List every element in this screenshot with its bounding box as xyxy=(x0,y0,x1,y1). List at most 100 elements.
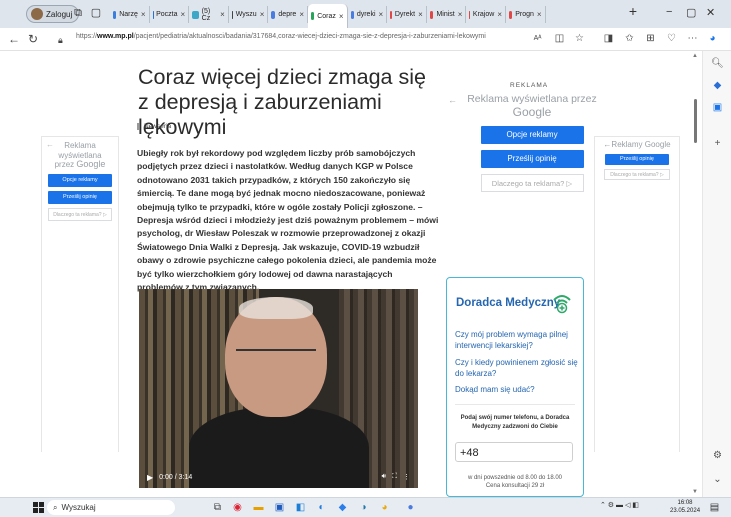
tab-label: Dyrekt xyxy=(394,11,416,18)
video-controls: ▶ 0:00 / 3:14 🔊︎ ⛶ ⋮ xyxy=(139,466,418,488)
split-screen-icon[interactable]: ◫ xyxy=(553,32,566,45)
ad-left: ← Reklama wyświetlana przez Google Opcje… xyxy=(41,136,119,452)
notifications-icon[interactable]: ▤ xyxy=(708,501,721,514)
tab-label: Wyszu xyxy=(235,11,257,18)
ad-options-button[interactable]: Opcje reklamy xyxy=(480,126,584,144)
scrollbar-thumb[interactable] xyxy=(694,99,697,143)
profile-label: Zaloguj xyxy=(46,9,73,19)
sidebar-copilot-icon[interactable]: ◆ xyxy=(711,79,724,92)
ad-feedback-button[interactable]: Prześlij opinię xyxy=(480,150,584,168)
tab-close-icon[interactable]: × xyxy=(299,10,304,19)
page-scrollbar[interactable]: ▲ ▼ xyxy=(690,51,701,497)
tab-4[interactable]: depre × xyxy=(268,6,308,23)
divider xyxy=(455,404,575,405)
tab-close-icon[interactable]: × xyxy=(260,10,265,19)
tab-close-icon[interactable]: × xyxy=(497,10,502,19)
tab-close-icon[interactable]: × xyxy=(418,10,423,19)
new-tab-button[interactable]: + xyxy=(627,4,639,18)
ad-right-why-button[interactable]: Dlaczego ta reklama? ▷ xyxy=(604,169,670,180)
tab-favicon-icon xyxy=(152,10,154,19)
taskbar-app-4-icon[interactable]: ◑ xyxy=(357,501,370,514)
workspaces-icon[interactable]: ⧉ xyxy=(72,7,84,19)
scroll-up-icon[interactable]: ▲ xyxy=(692,53,698,59)
tab-5[interactable]: Coraz × xyxy=(308,4,348,28)
tab-favicon-icon xyxy=(350,10,354,19)
taskbar-search[interactable]: ⌕ Wyszukaj xyxy=(47,500,175,515)
taskbar-app-2-icon[interactable]: ▣ xyxy=(273,501,286,514)
windows-start-icon[interactable] xyxy=(33,502,44,513)
taskbar-app-5-icon[interactable]: ● xyxy=(404,501,417,514)
lock-icon[interactable]: 🔒︎ xyxy=(58,33,63,47)
tab-close-icon[interactable]: × xyxy=(339,12,344,21)
sidebar-settings-icon[interactable]: ⚙ xyxy=(711,449,724,462)
chrome-icon[interactable]: ◕ xyxy=(378,501,391,514)
tab-close-icon[interactable]: × xyxy=(220,10,225,19)
close-window-button[interactable]: ✕ xyxy=(706,6,715,19)
ad-left-feedback-button[interactable]: Prześlij opinię xyxy=(48,190,112,204)
address-bar[interactable]: https://www.mp.pl/pacjent/pediatria/aktu… xyxy=(76,33,486,40)
tab-6[interactable]: dyreki × xyxy=(348,6,388,23)
tab-close-icon[interactable]: × xyxy=(141,10,146,19)
tab-label: depre xyxy=(278,11,297,18)
tab-2[interactable]: (5) Cz × xyxy=(189,6,229,23)
tab-3[interactable]: Wyszu × xyxy=(229,6,269,23)
tab-10[interactable]: Progn × xyxy=(506,6,546,23)
clock[interactable]: 16:08 23.05.2024 xyxy=(670,499,700,515)
phone-input[interactable]: +48 xyxy=(455,442,573,462)
tab-close-icon[interactable]: × xyxy=(379,10,384,19)
taskbar-app-icon[interactable]: ◉ xyxy=(231,501,244,514)
sidebar-outlook-icon[interactable]: ▣ xyxy=(711,101,724,114)
back-icon[interactable]: ← xyxy=(8,32,20,46)
video-player[interactable]: ▶ 0:00 / 3:14 🔊︎ ⛶ ⋮ xyxy=(139,289,418,488)
browser-essentials-icon[interactable]: ♡ xyxy=(665,32,678,45)
tab-close-icon[interactable]: × xyxy=(537,10,542,19)
doradca-info: Podaj swój numer telefonu, a Doradca Med… xyxy=(460,415,570,430)
favorites-icon[interactable]: ✩ xyxy=(623,32,636,45)
more-menu-icon[interactable]: ⋯ xyxy=(686,32,699,45)
fullscreen-icon[interactable]: ⛶ xyxy=(392,473,397,481)
sidebar-hide-icon[interactable]: ⌄ xyxy=(711,473,724,486)
collections-icon[interactable]: ⊞ xyxy=(644,32,657,45)
doradca-medyczny-widget: Doradca Medyczny Czy mój problem wymaga … xyxy=(446,277,584,497)
ad-left-why-button[interactable]: Dlaczego ta reklama? ▷ xyxy=(48,207,112,221)
tab-favicon-icon xyxy=(509,10,513,19)
store-icon[interactable]: ◧ xyxy=(294,501,307,514)
tab-1[interactable]: Poczta × xyxy=(150,6,190,23)
avatar xyxy=(31,8,43,20)
tab-8[interactable]: Minist × xyxy=(427,6,467,23)
taskbar-app-3-icon[interactable]: ◆ xyxy=(336,501,349,514)
play-icon[interactable]: ▶ xyxy=(147,473,153,482)
file-explorer-icon[interactable]: ▬ xyxy=(252,501,265,514)
doradca-link-when[interactable]: Czy i kiedy powinienem zgłosić się do le… xyxy=(455,358,579,379)
article-source[interactable]: Newseria xyxy=(137,123,171,130)
minimize-button[interactable]: − xyxy=(666,6,672,18)
video-more-icon[interactable]: ⋮ xyxy=(403,473,410,481)
system-tray[interactable]: ⌃ ⚙ ▬ ◁ ◧ xyxy=(600,501,639,509)
edge-icon[interactable]: ◐ xyxy=(315,501,328,514)
ad-left-options-button[interactable]: Opcje reklamy xyxy=(48,173,112,187)
doradca-link-urgent[interactable]: Czy mój problem wymaga pilnej interwencj… xyxy=(455,330,579,351)
ad-right-feedback-button[interactable]: Prześlij opinię xyxy=(605,154,669,165)
scroll-down-icon[interactable]: ▼ xyxy=(692,489,698,495)
tab-9[interactable]: Krajow × xyxy=(466,6,506,23)
refresh-icon[interactable]: ↻ xyxy=(28,32,38,46)
ad-center: ← Reklama wyświetlana przez Google Opcje … xyxy=(448,93,612,192)
split-tab-icon[interactable]: ◨ xyxy=(602,32,615,45)
tab-0[interactable]: Narzę × xyxy=(110,6,150,23)
sidebar-add-icon[interactable]: + xyxy=(711,137,724,150)
copilot-icon[interactable]: ◕ xyxy=(706,32,719,45)
doradca-link-where[interactable]: Dokąd mam się udać? xyxy=(455,385,579,396)
maximize-button[interactable]: ▢ xyxy=(686,6,696,19)
tab-actions-icon[interactable]: ▢ xyxy=(90,7,102,19)
task-view-icon[interactable]: ⧉ xyxy=(211,501,224,514)
ad-left-back-icon[interactable]: ← xyxy=(46,140,54,149)
tab-close-icon[interactable]: × xyxy=(458,10,463,19)
tab-close-icon[interactable]: × xyxy=(181,10,186,19)
read-aloud-icon[interactable]: Aᴬ xyxy=(531,32,544,45)
volume-icon[interactable]: 🔊︎ xyxy=(382,473,386,481)
ad-why-button[interactable]: Dlaczego ta reklama? ▷ xyxy=(480,174,584,192)
ad-back-icon[interactable]: ← xyxy=(448,95,457,105)
sidebar-search-icon[interactable]: 🔍︎ xyxy=(711,57,724,70)
favorite-star-icon[interactable]: ☆ xyxy=(573,32,586,45)
tab-7[interactable]: Dyrekt × xyxy=(387,6,427,23)
